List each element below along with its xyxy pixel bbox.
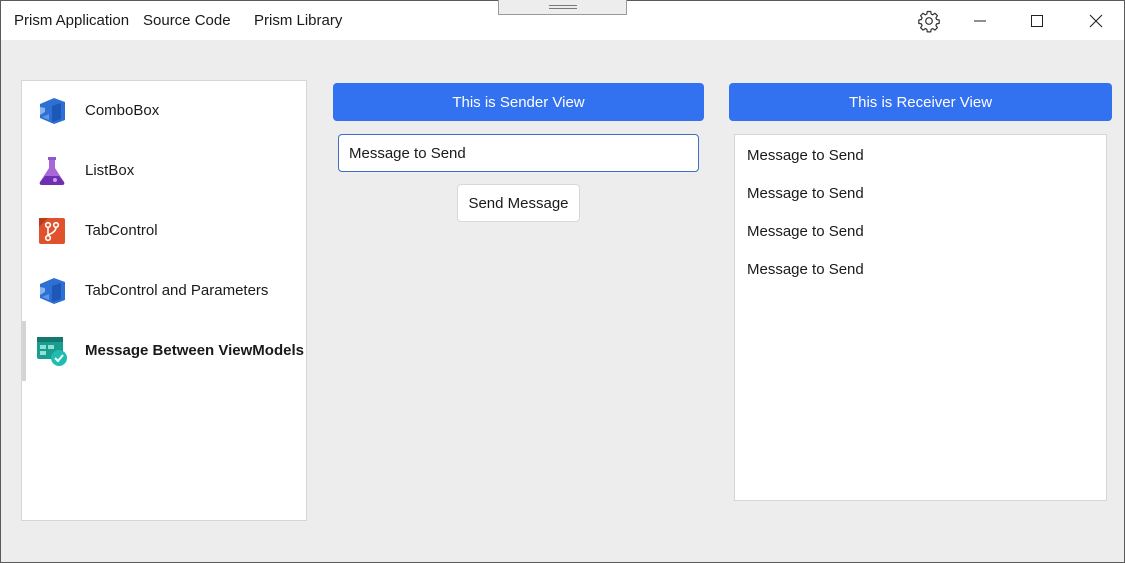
nav-item-label: ListBox: [85, 162, 135, 179]
list-item[interactable]: Message to Send: [747, 261, 864, 278]
azure-devops-icon: [40, 278, 65, 304]
azure-devops-icon: [40, 98, 65, 124]
nav-item-combobox[interactable]: ComboBox: [22, 81, 306, 141]
send-message-button[interactable]: Send Message: [457, 184, 580, 222]
selection-indicator: [22, 321, 26, 381]
app-window: Prism Application Source Code Prism Libr…: [0, 0, 1125, 563]
menu-prism-application[interactable]: Prism Application: [14, 12, 129, 29]
message-input[interactable]: [338, 134, 699, 172]
nav-item-label: Message Between ViewModels: [85, 342, 304, 359]
title-bar: Prism Application Source Code Prism Libr…: [1, 0, 1124, 40]
nav-item-label: TabControl: [85, 222, 158, 239]
nav-item-label: ComboBox: [85, 102, 160, 119]
maximize-button[interactable]: [1014, 1, 1060, 40]
nav-item-tabcontrol-parameters[interactable]: TabControl and Parameters: [22, 261, 306, 321]
receiver-header: This is Receiver View: [729, 83, 1112, 121]
nav-item-label: TabControl and Parameters: [85, 282, 269, 299]
nav-panel: ComboBox ListBox TabControl TabControl a…: [21, 80, 307, 521]
receiver-message-list[interactable]: Message to Send Message to Send Message …: [734, 134, 1107, 501]
settings-button[interactable]: [906, 1, 952, 40]
nav-item-listbox[interactable]: ListBox: [22, 141, 306, 201]
maximize-icon: [1031, 14, 1043, 27]
flask-icon: [39, 157, 65, 185]
repo-branch-icon: [39, 218, 65, 244]
sender-header: This is Sender View: [333, 83, 704, 121]
list-item[interactable]: Message to Send: [747, 147, 864, 164]
close-icon: [1089, 14, 1103, 27]
menu-prism-library[interactable]: Prism Library: [254, 12, 342, 29]
gear-icon: [918, 10, 940, 32]
board-check-icon: [37, 337, 67, 366]
minimize-button[interactable]: [957, 1, 1003, 40]
nav-item-tabcontrol[interactable]: TabControl: [22, 201, 306, 261]
drag-handle[interactable]: [498, 0, 627, 15]
menu-source-code[interactable]: Source Code: [143, 12, 231, 29]
close-button[interactable]: [1073, 1, 1119, 40]
nav-item-message-between-viewmodels[interactable]: Message Between ViewModels: [22, 321, 306, 381]
list-item[interactable]: Message to Send: [747, 223, 864, 240]
minimize-icon: [974, 20, 986, 21]
list-item[interactable]: Message to Send: [747, 185, 864, 202]
